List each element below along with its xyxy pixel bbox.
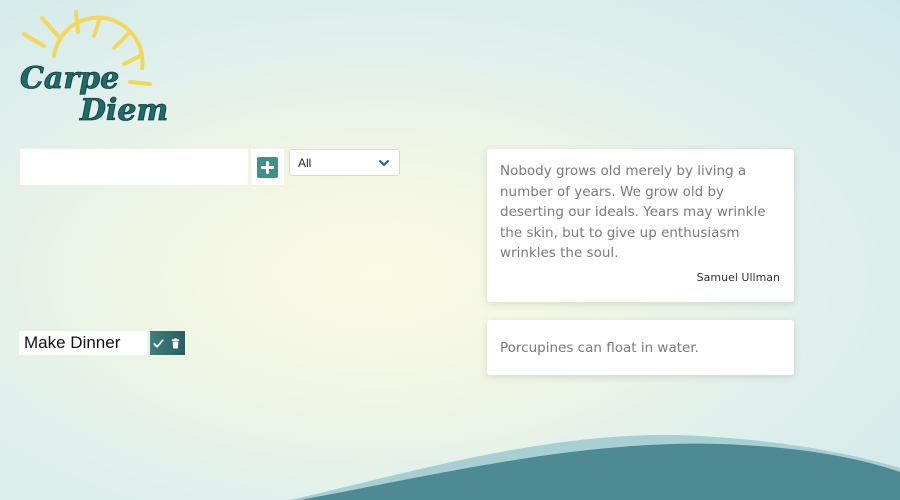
quote-text: Nobody grows old merely by living a numb…	[500, 163, 766, 262]
logo-word-diem: Diem	[79, 93, 168, 128]
todo-item-actions	[150, 331, 185, 355]
quote-author: Samuel Ullman	[696, 270, 780, 284]
todo-item-text: Make Dinner	[19, 331, 147, 355]
check-icon	[153, 338, 164, 348]
quote-card: Nobody grows old merely by living a numb…	[487, 149, 794, 302]
fact-text: Porcupines can float in water.	[500, 339, 699, 356]
plus-square-icon	[257, 157, 278, 178]
todo-item: Make Dinner	[19, 331, 185, 355]
complete-todo-button[interactable]	[150, 331, 167, 355]
todo-input[interactable]	[20, 149, 248, 185]
add-todo-button[interactable]	[251, 149, 284, 185]
delete-todo-button[interactable]	[167, 331, 184, 355]
filter-selected-value: All	[298, 155, 312, 170]
trash-icon	[171, 337, 180, 349]
filter-select[interactable]: All	[289, 149, 400, 176]
carpe-diem-logo: Carpe Diem	[14, 8, 169, 130]
chevron-down-icon	[379, 159, 389, 166]
logo-word-carpe: Carpe	[20, 61, 119, 96]
wave-decoration	[290, 435, 900, 500]
fact-card: Porcupines can float in water.	[487, 320, 794, 375]
